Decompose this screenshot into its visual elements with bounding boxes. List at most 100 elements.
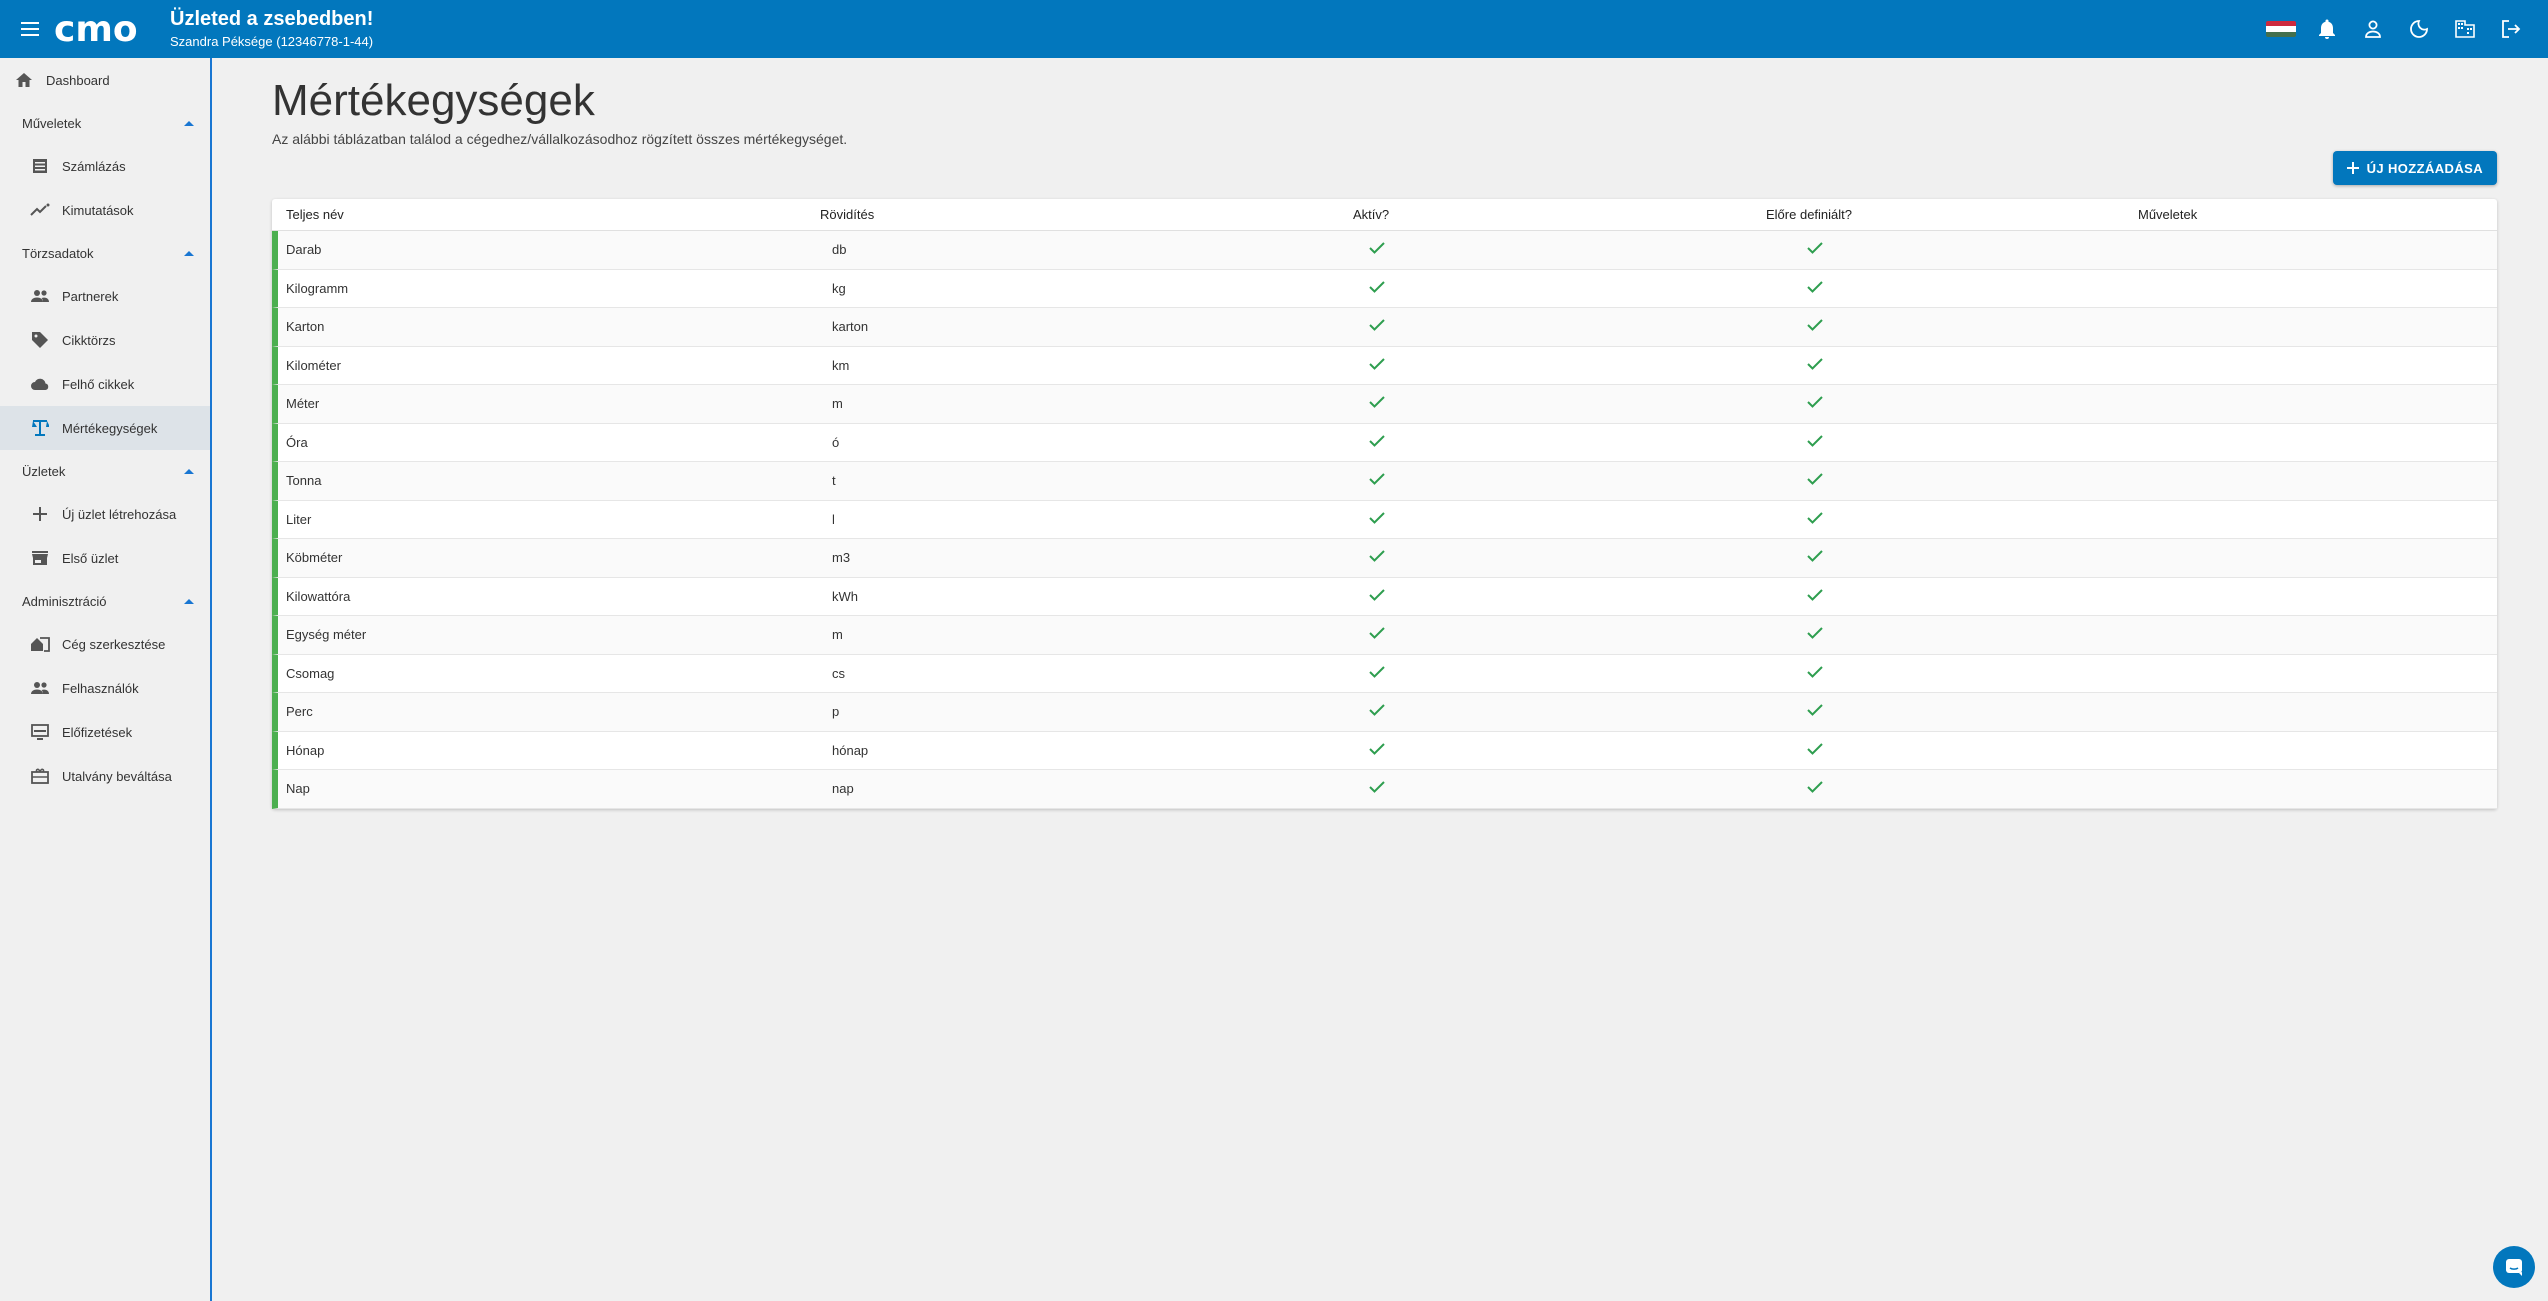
top-actions [2258,0,2534,58]
table-row[interactable]: Hónap hónap [272,731,2497,770]
caret-up-icon [184,250,194,256]
check-icon [1807,550,1823,565]
sidebar-section-torzsadatok[interactable]: Törzsadatok [0,232,210,274]
check-icon [1369,781,1385,796]
check-icon [1807,281,1823,296]
sidebar-item-label: Felhő cikkek [62,376,135,392]
sidebar-item-felho-cikkek[interactable]: Felhő cikkek [0,362,210,406]
sidebar-item-szamlazas[interactable]: Számlázás [0,144,210,188]
moon-icon[interactable] [2396,6,2442,52]
building-icon[interactable] [2442,6,2488,52]
table-row[interactable]: Kilowattóra kWh [272,577,2497,616]
cell-name: Nap [286,781,310,797]
table-row[interactable]: Kilogramm kg [272,269,2497,308]
cell-predefined [1496,242,2134,257]
sidebar-section-label: Üzletek [22,463,66,479]
column-header-name[interactable]: Teljes név [272,207,820,222]
cell-active [1258,512,1496,527]
logout-icon[interactable] [2488,6,2534,52]
table-header: Teljes név Rövidítés Aktív? Előre defini… [272,199,2497,231]
cell-active [1258,550,1496,565]
check-icon [1807,473,1823,488]
sidebar-item-felhasznalok[interactable]: Felhasználók [0,666,210,710]
column-header-active[interactable]: Aktív? [1252,207,1490,222]
table-row[interactable]: Nap nap [272,770,2497,809]
cell-abbr: karton [832,319,869,335]
cell-name: Tonna [286,473,322,489]
sidebar-item-ceg-szerkesztese[interactable]: Cég szerkesztése [0,622,210,666]
table-row[interactable]: Köbméter m3 [272,539,2497,578]
cell-active [1258,743,1496,758]
add-new-label: ÚJ HOZZÁADÁSA [2366,160,2483,176]
check-icon [1369,358,1385,373]
sidebar-item-elso-uzlet[interactable]: Első üzlet [0,536,210,580]
units-table: Teljes név Rövidítés Aktív? Előre defini… [272,199,2497,809]
sidebar-item-label: Számlázás [62,158,126,174]
flag-hu-icon[interactable] [2258,6,2304,52]
sidebar-section-muveletek[interactable]: Műveletek [0,102,210,144]
cell-active [1258,319,1496,334]
cell-active [1258,242,1496,257]
cell-name: Perc [286,704,313,720]
sidebar-item-cikktorzs[interactable]: Cikktörzs [0,318,210,362]
tag-icon [30,330,50,350]
menu-icon[interactable] [16,14,46,44]
cell-predefined [1496,435,2134,450]
sidebar-section-uzletek[interactable]: Üzletek [0,450,210,492]
cell-abbr: ó [832,434,840,450]
person-icon[interactable] [2350,6,2396,52]
check-icon [1807,627,1823,642]
cell-name: Karton [286,319,325,335]
cell-name: Csomag [286,665,335,681]
column-header-predefined[interactable]: Előre definiált? [1490,207,2128,222]
sidebar-item-uj-uzlet[interactable]: Új üzlet létrehozása [0,492,210,536]
check-icon [1369,319,1385,334]
column-header-actions: Műveletek [2138,207,2198,222]
check-icon [1807,589,1823,604]
check-icon [1807,242,1823,257]
check-icon [1369,512,1385,527]
chat-button[interactable] [2493,1246,2535,1288]
cell-name: Kilowattóra [286,588,351,604]
add-new-button[interactable]: ÚJ HOZZÁADÁSA [2332,151,2497,185]
sidebar-item-kimutatasok[interactable]: Kimutatások [0,188,210,232]
cell-abbr: km [832,357,850,373]
cell-active [1258,435,1496,450]
table-row[interactable]: Óra ó [272,423,2497,462]
check-icon [1369,589,1385,604]
cell-predefined [1496,319,2134,334]
check-icon [1369,281,1385,296]
table-row[interactable]: Méter m [272,385,2497,424]
cmo-logo[interactable]: cmo [54,9,160,49]
company-name: Szandra Péksége (12346778-1-44) [170,34,374,49]
sidebar-section-adminisztracio[interactable]: Adminisztráció [0,580,210,622]
page-title: Mértékegységek [272,76,595,125]
table-row[interactable]: Karton karton [272,308,2497,347]
table-row[interactable]: Darab db [272,231,2497,270]
caret-up-icon [184,598,194,604]
sidebar-item-utalvany[interactable]: Utalvány beváltása [0,754,210,798]
table-row[interactable]: Csomag cs [272,654,2497,693]
bell-icon[interactable] [2304,6,2350,52]
home-icon [14,70,34,90]
sidebar-item-elofizetesek[interactable]: Előfizetések [0,710,210,754]
check-icon [1369,396,1385,411]
column-header-abbr[interactable]: Rövidítés [820,207,1252,222]
table-row[interactable]: Liter l [272,500,2497,539]
sidebar: Dashboard Műveletek Számlázás Kimutatáso… [0,58,212,1301]
table-row[interactable]: Perc p [272,693,2497,732]
chat-icon [2506,1259,2522,1276]
cell-abbr: t [832,473,836,489]
table-row[interactable]: Egység méter m [272,616,2497,655]
cell-predefined [1496,627,2134,642]
check-icon [1807,666,1823,681]
cell-active [1258,589,1496,604]
check-icon [1369,743,1385,758]
table-row[interactable]: Tonna t [272,462,2497,501]
sidebar-item-partnerek[interactable]: Partnerek [0,274,210,318]
sidebar-item-dashboard[interactable]: Dashboard [0,58,210,102]
table-row[interactable]: Kilométer km [272,346,2497,385]
sidebar-item-label: Cég szerkesztése [62,636,166,652]
redeem-icon [30,766,50,786]
sidebar-item-mertekegysegek[interactable]: Mértékegységek [0,406,210,450]
